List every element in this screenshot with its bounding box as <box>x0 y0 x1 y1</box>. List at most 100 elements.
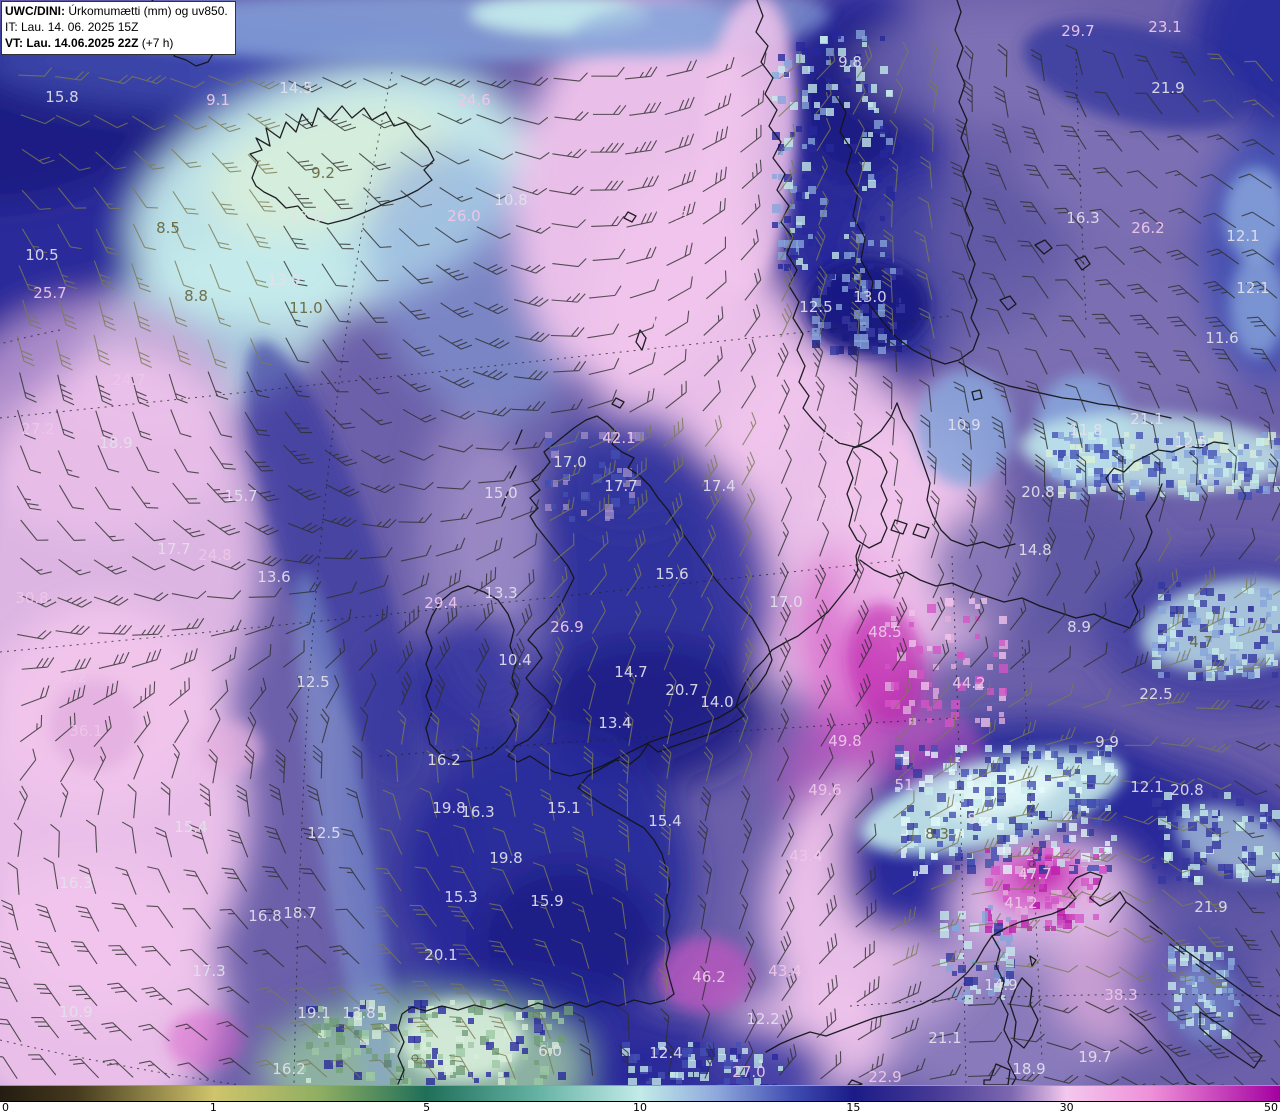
map-value-label: 15.3 <box>444 888 477 906</box>
map-value-label: 24.6 <box>457 91 490 109</box>
weather-map-screen: 15.8 9.1 14.5 24.6 9.8 29.7 23.1 21.9 9.2 10.8 10.… <box>0 0 1280 1115</box>
precip-blob <box>167 1010 243 1070</box>
map-value-label: 36.1 <box>69 722 102 740</box>
map-value-label: 16.3 <box>59 874 92 892</box>
map-value-label: 41.3 <box>819 429 852 447</box>
map-value-label: 41.4 <box>751 386 784 404</box>
map-value-label: 8.5 <box>156 219 180 237</box>
map-value-label: 21.1 <box>928 1029 961 1047</box>
map-value-label: 47.7 <box>1018 865 1051 883</box>
map-value-label: 16.3 <box>461 803 494 821</box>
map-value-label: 22.4 <box>624 311 657 329</box>
map-value-label: 18.9 <box>1012 1060 1045 1078</box>
map-value-label: 16.2 <box>427 751 460 769</box>
map-value-label: 21.1 <box>1130 410 1163 428</box>
map-value-label: 20.7 <box>665 681 698 699</box>
map-value-label: 8.2 <box>967 810 991 828</box>
map-value-label: 9.9 <box>1095 733 1119 751</box>
map-value-label: 19.8 <box>489 849 522 867</box>
colorbar: 0 1 5 10 15 30 50 <box>0 1085 1280 1115</box>
map-value-label: 13.8 <box>342 1004 375 1022</box>
map-value-label: 12.1 <box>1130 778 1163 796</box>
map-value-label: 30.8 <box>15 589 48 607</box>
map-value-label: 22.5 <box>1139 685 1172 703</box>
map-value-label: 8.3 <box>925 825 949 843</box>
map-value-label: 25.7 <box>33 284 66 302</box>
colorbar-tick-label: 30 <box>1059 1101 1074 1114</box>
map-value-label: 16.3 <box>1066 209 1099 227</box>
map-value-label: 10.5 <box>25 246 58 264</box>
map-value-label: 43.4 <box>789 847 822 865</box>
map-value-label: 12.5 <box>307 824 340 842</box>
map-value-label: 38.3 <box>1104 986 1137 1004</box>
map-value-label: 15.1 <box>547 799 580 817</box>
colorbar-gradient <box>0 1085 1280 1102</box>
map-value-label: 14.7 <box>614 663 647 681</box>
map-value-label: 15.7 <box>224 487 257 505</box>
map-value-label: 26.0 <box>447 207 480 225</box>
map-value-label: 24.8 <box>198 546 231 564</box>
map-value-label: 13.0 <box>853 288 886 306</box>
map-value-label: 18.7 <box>283 904 316 922</box>
map-value-label: 48.5 <box>868 623 901 641</box>
map-value-label: 17.0 <box>553 453 586 471</box>
map-value-label: 17.4 <box>702 477 735 495</box>
map-value-label: 12.5 <box>799 298 832 316</box>
map-value-label: 41.2 <box>1004 894 1037 912</box>
map-value-label: 14.0 <box>700 693 733 711</box>
map-value-label: 20.8 <box>1021 483 1054 501</box>
map-value-label: 4.7 <box>1189 633 1213 651</box>
map-value-label: 8.8 <box>184 287 208 305</box>
map-value-label: 44.2 <box>952 674 985 692</box>
map-value-label: 51 <box>894 776 913 794</box>
map-value-label: 13.4 <box>598 714 631 732</box>
map-value-label: 49.6 <box>808 781 841 799</box>
title-line-product: UWC/DINI: Úrkomumætti (mm) og uv850. <box>5 4 228 18</box>
map-value-label: 10.9 <box>59 1003 92 1021</box>
map-value-label: 12.1 <box>1236 279 1269 297</box>
colorbar-tick-label: 50 <box>1264 1101 1278 1114</box>
map-value-label: 27.2 <box>21 420 54 438</box>
map-value-label: 21.9 <box>1151 79 1184 97</box>
map-value-label: 15.6 <box>655 565 688 583</box>
map-value-label: 12.5 <box>1174 433 1207 451</box>
map-value-label: 13.9 <box>267 271 300 289</box>
map-value-label: 11.0 <box>289 299 322 317</box>
colorbar-tick-label: 10 <box>633 1101 647 1114</box>
map-value-label: 10.9 <box>947 416 980 434</box>
colorbar-ticks: 0 1 5 10 15 30 50 <box>0 1101 1280 1115</box>
map-value-label: 17.3 <box>192 962 225 980</box>
map-value-label: 23.1 <box>1148 18 1181 36</box>
map-value-label: 24.7 <box>112 371 145 389</box>
map-value-label: 10.4 <box>498 651 531 669</box>
map-value-label: 12.2 <box>746 1010 779 1028</box>
map-value-label: 35.5 <box>655 208 688 226</box>
map-value-label: 17.7 <box>604 477 637 495</box>
map-value-label: 11.6 <box>1205 329 1238 347</box>
map-value-label: 15.8 <box>45 88 78 106</box>
map-value-label: 18.9 <box>99 434 132 452</box>
title-line-valid-time: VT: Lau. 14.06.2025 22Z (+7 h) <box>5 35 174 50</box>
map-value-label: 19.1 <box>297 1004 330 1022</box>
map-value-label: 6.0 <box>538 1042 562 1060</box>
map-value-label: 26.2 <box>1131 219 1164 237</box>
map-value-label: 20.1 <box>424 946 457 964</box>
map-value-label: 16.8 <box>248 907 281 925</box>
map-value-label: 15.4 <box>648 812 681 830</box>
map-value-label: 22.9 <box>868 1068 901 1085</box>
weather-map: 15.8 9.1 14.5 24.6 9.8 29.7 23.1 21.9 9.2 10.8 10.… <box>0 0 1280 1085</box>
map-value-label: 9.2 <box>311 164 335 182</box>
map-value-label: 12.4 <box>649 1044 682 1062</box>
map-value-label: 15.9 <box>530 892 563 910</box>
map-value-label: 14.8 <box>1018 541 1051 559</box>
colorbar-tick-label: 5 <box>423 1101 431 1114</box>
colorbar-tick-label: 0 <box>2 1101 9 1114</box>
map-value-label: 43.4 <box>768 962 801 980</box>
colorbar-tick-label: 1 <box>209 1101 217 1114</box>
map-value-label: 8.9 <box>1067 618 1091 636</box>
map-value-label: 14.9 <box>984 976 1017 994</box>
map-value-label: 12.5 <box>296 673 329 691</box>
map-value-label: 26.9 <box>550 618 583 636</box>
map-value-label: 13.3 <box>484 584 517 602</box>
map-value-label: 17.0 <box>289 208 322 226</box>
